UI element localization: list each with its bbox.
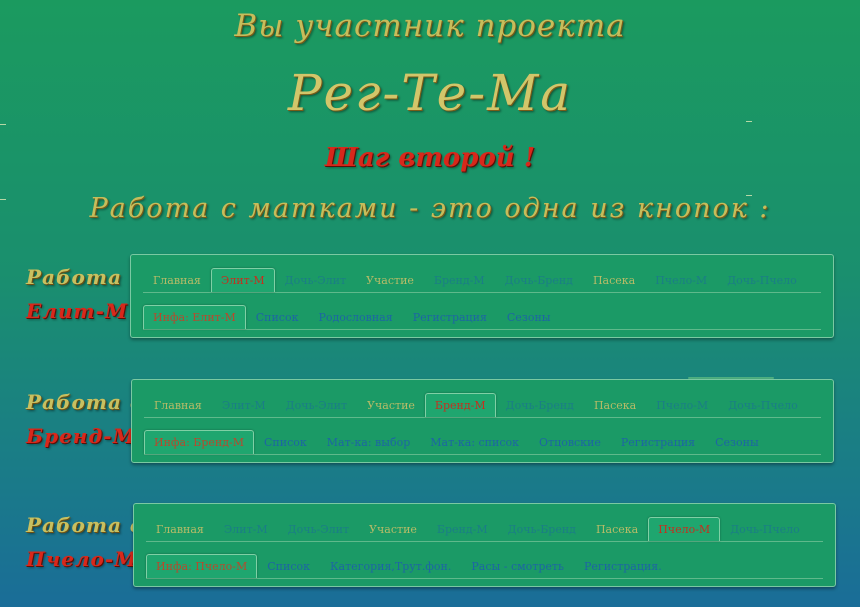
subtab-info[interactable]: Инфа: Бренд-М [144, 430, 255, 454]
sub-tab-row: Инфа: Елит-М Список Родословная Регистра… [143, 302, 821, 330]
divider-tick-right-1 [746, 121, 752, 122]
nav-panel-elit: Главная Элит-М Дочь-Элит Участие Бренд-М… [130, 254, 834, 338]
subtab-registration[interactable]: Регистрация [611, 430, 705, 454]
sub-tab-row: Инфа: Бренд-М Список Мат-ка: выбор Мат-к… [144, 427, 821, 455]
subtab-info[interactable]: Инфа: Пчело-М [146, 554, 258, 578]
divider-tick-left-1 [0, 124, 6, 125]
nav-panel-pchelo: Главная Элит-М Дочь-Элит Участие Бренд-М… [133, 503, 836, 587]
tab-doch-brend[interactable]: Дочь-Бренд [498, 517, 586, 541]
section-label-line2: Бренд-М [26, 424, 136, 448]
tab-main[interactable]: Главная [146, 517, 214, 541]
tab-paseka[interactable]: Пасека [586, 517, 648, 541]
subtab-queen-list[interactable]: Мат-ка: список [420, 430, 529, 454]
main-tab-row: Главная Элит-М Дочь-Элит Участие Бренд-М… [146, 514, 823, 542]
nav-panel-brend: Главная Элит-М Дочь-Элит Участие Бренд-М… [131, 379, 834, 463]
section-label-line1: Работа с [26, 390, 144, 414]
section-label-line2: Елит-М [26, 299, 129, 323]
tab-uchastie[interactable]: Участие [356, 268, 424, 292]
subtab-queen-select[interactable]: Мат-ка: выбор [317, 430, 421, 454]
subtab-list[interactable]: Список [257, 554, 320, 578]
tab-uchastie[interactable]: Участие [359, 517, 427, 541]
subtab-races[interactable]: Расы - смотреть [461, 554, 574, 578]
subtab-list[interactable]: Список [254, 430, 317, 454]
instruction-text: Работа с матками - это одна из кнопок : [89, 193, 771, 224]
subtab-registration[interactable]: Регистрация [403, 305, 497, 329]
tab-doch-pchelo[interactable]: Дочь-Пчело [717, 268, 807, 292]
tab-elit-m[interactable]: Элит-М [210, 268, 275, 292]
tab-doch-elit[interactable]: Дочь-Элит [276, 393, 357, 417]
tab-doch-brend[interactable]: Дочь-Бренд [495, 268, 583, 292]
subtab-category[interactable]: Категория,Трут.фон. [320, 554, 461, 578]
tab-paseka[interactable]: Пасека [583, 268, 645, 292]
tab-brend-m[interactable]: Бренд-М [424, 393, 496, 417]
section-label-brend: Работа с Бренд-М [26, 385, 143, 453]
main-tab-row: Главная Элит-М Дочь-Элит Участие Бренд-М… [143, 265, 821, 293]
subtab-seasons[interactable]: Сезоны [497, 305, 561, 329]
tab-doch-elit[interactable]: Дочь-Элит [278, 517, 359, 541]
subtab-paternal[interactable]: Отцовские [529, 430, 611, 454]
tab-main[interactable]: Главная [143, 268, 211, 292]
subtab-list[interactable]: Список [246, 305, 309, 329]
header-line-participant: Вы участник проекта [234, 8, 626, 44]
tab-elit-m[interactable]: Элит-М [214, 517, 278, 541]
tab-main[interactable]: Главная [144, 393, 212, 417]
section-label-elit: Работа с Елит-М [26, 260, 143, 328]
tab-brend-m[interactable]: Бренд-М [427, 517, 498, 541]
tab-uchastie[interactable]: Участие [357, 393, 425, 417]
section-label-pchelo: Работа с Пчело-М [26, 508, 143, 576]
tab-doch-pchelo[interactable]: Дочь-Пчело [718, 393, 808, 417]
tab-paseka[interactable]: Пасека [584, 393, 646, 417]
tab-doch-elit[interactable]: Дочь-Элит [275, 268, 356, 292]
sub-tab-row: Инфа: Пчело-М Список Категория,Трут.фон.… [146, 551, 823, 579]
tab-pchelo-m[interactable]: Пчело-М [645, 268, 717, 292]
tab-elit-m[interactable]: Элит-М [212, 393, 276, 417]
divider-tick-left-2 [0, 199, 6, 200]
section-label-line1: Работа с [26, 513, 144, 537]
tab-doch-pchelo[interactable]: Дочь-Пчело [720, 517, 810, 541]
section-label-line2: Пчело-М [26, 547, 138, 571]
tab-pchelo-m[interactable]: Пчело-М [648, 517, 721, 541]
subtab-seasons[interactable]: Сезоны [705, 430, 769, 454]
step-title: Шаг второй ! [324, 143, 536, 173]
subtab-registration[interactable]: Регистрация. [574, 554, 672, 578]
divider-tick-right-2 [746, 195, 752, 196]
tab-pchelo-m[interactable]: Пчело-М [646, 393, 718, 417]
subtab-info[interactable]: Инфа: Елит-М [143, 305, 246, 329]
project-title: Рег-Те-Ма [287, 64, 573, 122]
tab-brend-m[interactable]: Бренд-М [424, 268, 495, 292]
tab-doch-brend[interactable]: Дочь-Бренд [496, 393, 584, 417]
subtab-pedigree[interactable]: Родословная [308, 305, 402, 329]
section-label-line1: Работа с [26, 265, 144, 289]
main-tab-row: Главная Элит-М Дочь-Элит Участие Бренд-М… [144, 390, 821, 418]
